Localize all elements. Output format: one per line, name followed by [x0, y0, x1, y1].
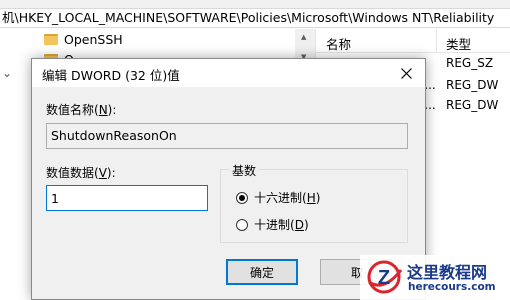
menu-strip: ー	[0, 0, 510, 8]
dialog-title: 编辑 DWORD (32 位)值	[42, 68, 180, 83]
radio-hexadecimal[interactable]: 十六进制(H)	[236, 189, 320, 206]
base-group-title: 基数	[229, 162, 260, 179]
radio-dec-label: 十进制(D)	[254, 218, 309, 232]
watermark-text: 这里教程网	[407, 263, 488, 282]
close-icon	[400, 67, 412, 79]
value-name-text: ShutdownReasonOn	[51, 128, 177, 143]
column-header-type[interactable]: 类型	[446, 34, 471, 53]
svg-text:Z: Z	[378, 267, 390, 289]
column-divider[interactable]	[436, 29, 437, 53]
list-item-type: REG_DW	[446, 78, 499, 92]
value-name-field: ShutdownReasonOn	[46, 123, 408, 149]
radio-button-checked[interactable]	[236, 191, 248, 204]
value-data-label: 数值数据(V):	[46, 166, 116, 180]
chevron-down-icon[interactable]: ⌄	[2, 66, 12, 80]
column-header-name[interactable]: 名称	[326, 34, 351, 53]
radio-hex-label: 十六进制(H)	[254, 191, 321, 205]
ok-button-label: 确定	[249, 265, 274, 280]
list-item-type: REG_SZ	[446, 56, 494, 70]
value-data-input[interactable]	[46, 185, 208, 211]
tree-item-label: OpenSSH	[64, 31, 123, 47]
radio-button[interactable]	[236, 218, 248, 231]
address-bar[interactable]: 机\HKEY_LOCAL_MACHINE\SOFTWARE\Policies\M…	[0, 8, 510, 28]
folder-icon	[44, 33, 58, 45]
ok-button[interactable]: 确定	[226, 259, 298, 285]
site-logo-icon: Z	[367, 260, 403, 294]
address-path: 机\HKEY_LOCAL_MACHINE\SOFTWARE\Policies\M…	[2, 10, 495, 25]
menu-strip-text: ー	[2, 0, 15, 7]
tree-item-openssh[interactable]: OpenSSH	[44, 30, 123, 48]
watermark: Z 这里教程网 herecours.com	[360, 255, 510, 300]
watermark-url: herecours.com	[408, 281, 496, 293]
radio-decimal[interactable]: 十进制(D)	[236, 216, 309, 233]
value-name-label: 数值名称(N):	[46, 103, 117, 117]
list-item-type: REG_DW	[446, 98, 499, 112]
close-button[interactable]	[387, 59, 425, 87]
dialog-titlebar[interactable]: 编辑 DWORD (32 位)值	[32, 59, 425, 87]
scroll-up-icon[interactable]: ▲	[301, 33, 306, 41]
